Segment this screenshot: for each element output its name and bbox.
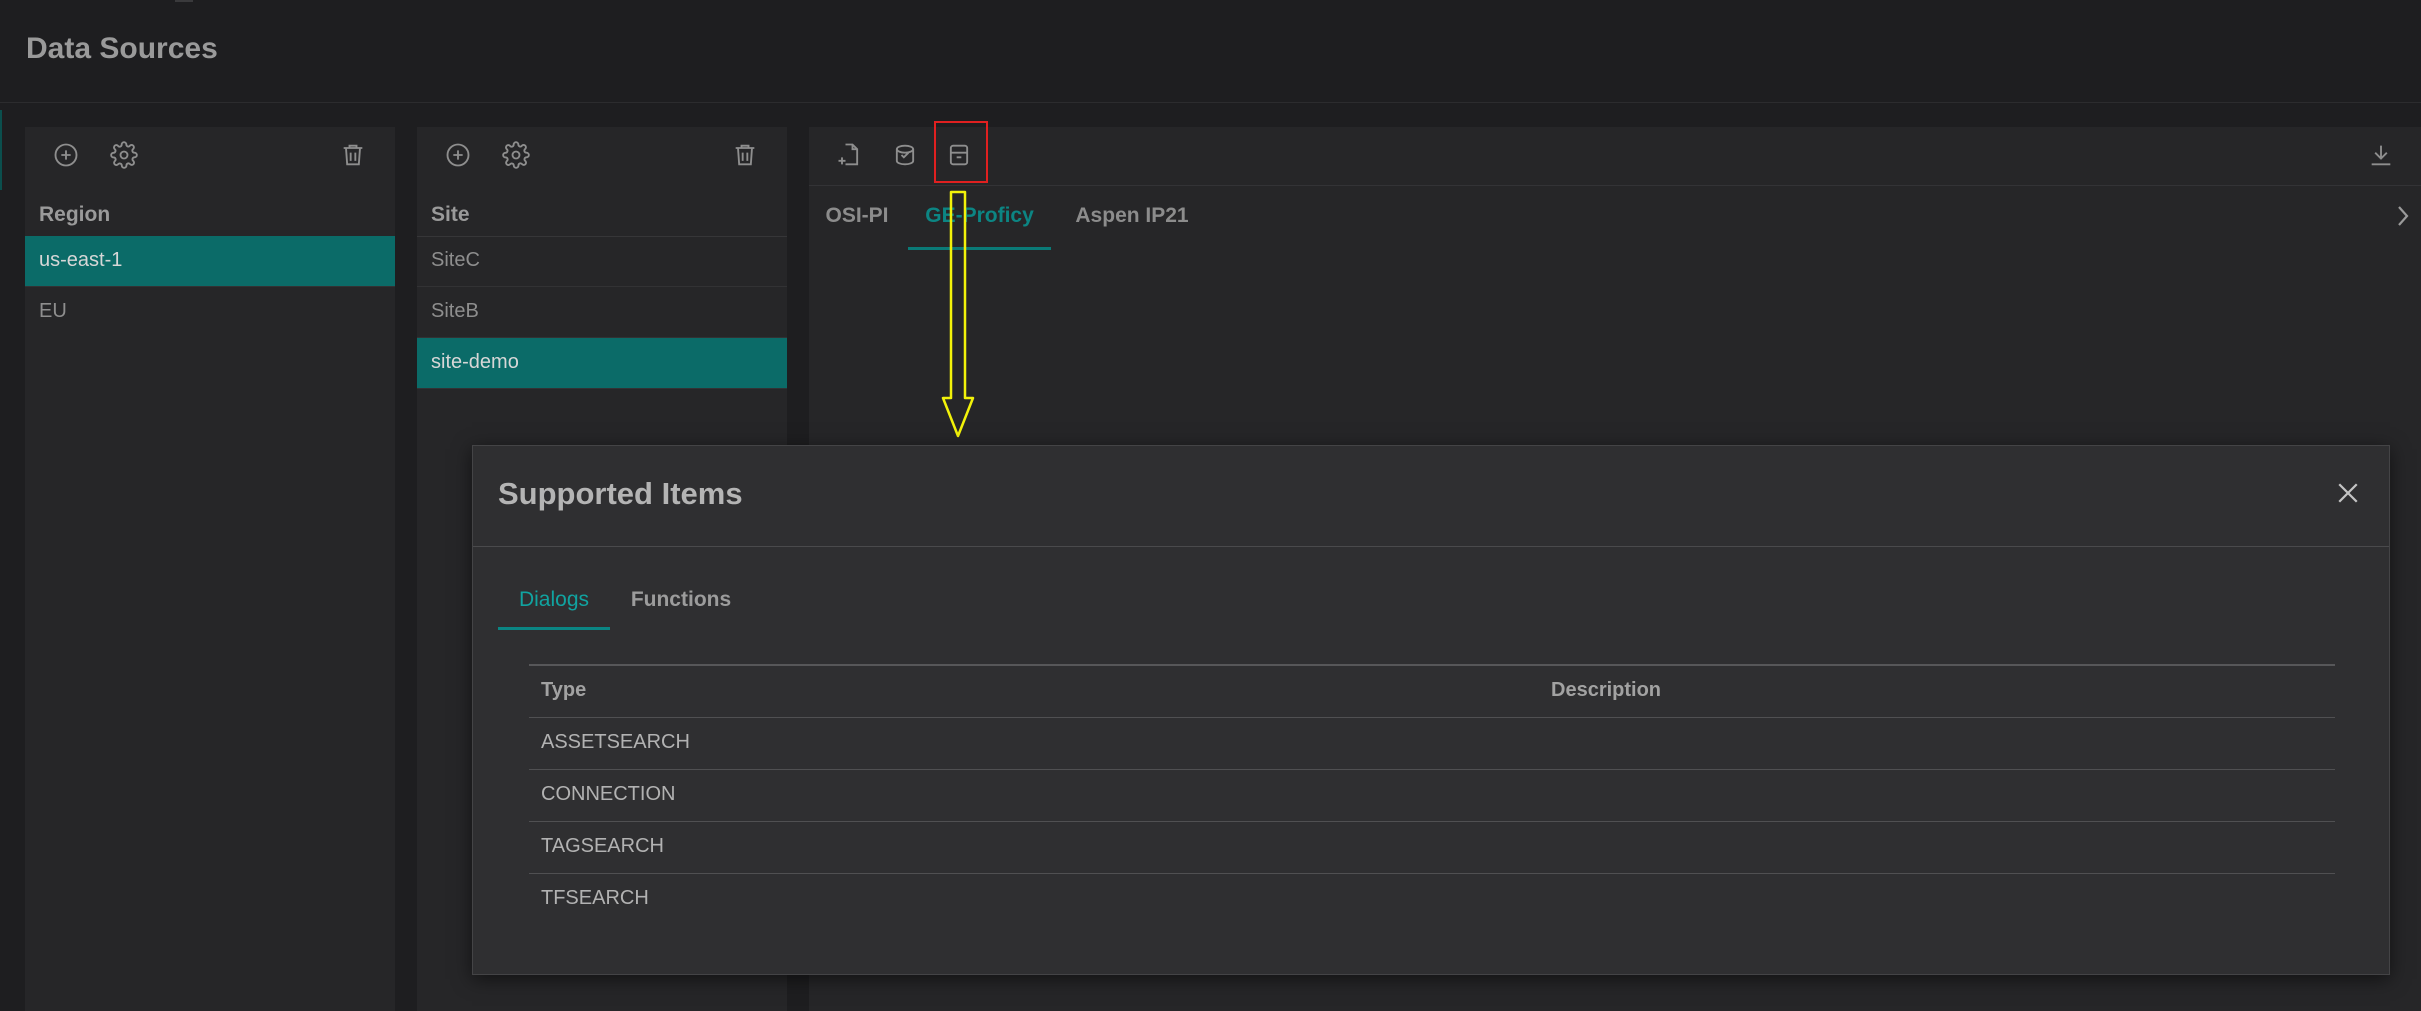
- annotation-arrow: [941, 190, 975, 438]
- tab-label: Dialogs: [518, 588, 590, 611]
- region-toolbar: [25, 127, 395, 185]
- tab-label: Aspen IP21: [1075, 204, 1189, 227]
- list-item-label: SiteC: [431, 249, 480, 271]
- site-header-label: Site: [431, 203, 470, 226]
- region-item-us-east-1[interactable]: us-east-1: [25, 236, 395, 287]
- add-site-button[interactable]: [440, 137, 476, 173]
- dialog-title: Supported Items: [498, 476, 743, 511]
- top-bar-marker: [175, 0, 193, 2]
- site-list: SiteC SiteB site-demo: [417, 236, 787, 389]
- table-header-row: Type Description: [529, 664, 2335, 717]
- delete-region-button[interactable]: [335, 137, 371, 173]
- data-source-toolbar: [809, 127, 2421, 185]
- list-item-label: us-east-1: [39, 249, 123, 271]
- active-tab-underline: [908, 247, 1051, 250]
- close-icon[interactable]: [2333, 478, 2363, 508]
- region-header-label: Region: [39, 203, 111, 226]
- tab-label: GE-Proficy: [925, 204, 1034, 227]
- table-row[interactable]: TAGSEARCH: [529, 821, 2335, 873]
- page-title: Data Sources: [26, 32, 218, 65]
- list-item-label: SiteB: [431, 300, 479, 322]
- new-file-icon: [838, 143, 859, 166]
- supported-items-table: Type Description ASSETSEARCH CONNECTION …: [529, 664, 2335, 925]
- region-panel: Region us-east-1 EU: [25, 127, 395, 1011]
- dialog-header: Supported Items: [473, 446, 2389, 547]
- cell-type: TAGSEARCH: [541, 835, 664, 857]
- tab-label: OSI-PI: [825, 204, 889, 227]
- tab-osi-pi[interactable]: OSI-PI: [821, 186, 893, 248]
- table-row[interactable]: ASSETSEARCH: [529, 717, 2335, 769]
- gear-icon: [110, 141, 138, 169]
- tab-label: Functions: [630, 588, 732, 611]
- region-column-header: Region: [25, 194, 395, 237]
- cell-type: CONNECTION: [541, 783, 676, 805]
- new-data-source-button[interactable]: [831, 137, 867, 173]
- site-settings-button[interactable]: [498, 137, 534, 173]
- plus-circle-icon: [446, 143, 470, 167]
- top-bar: Data Sources: [0, 0, 2421, 103]
- active-tab-underline: [498, 627, 610, 630]
- delete-site-button[interactable]: [727, 137, 763, 173]
- list-item-label: EU: [39, 300, 67, 322]
- cell-type: ASSETSEARCH: [541, 731, 690, 753]
- region-list: us-east-1 EU: [25, 236, 395, 337]
- site-item-sitec[interactable]: SiteC: [417, 236, 787, 287]
- download-icon: [2371, 145, 2391, 166]
- site-toolbar: [417, 127, 787, 185]
- list-item-label: site-demo: [431, 351, 519, 373]
- left-edge-indicator: [0, 110, 2, 190]
- database-button[interactable]: [887, 137, 923, 173]
- trash-icon: [735, 144, 755, 166]
- plus-circle-icon: [54, 143, 78, 167]
- supported-items-dialog: Supported Items Dialogs Functions Type D…: [472, 445, 2390, 975]
- gear-icon: [502, 141, 530, 169]
- download-button[interactable]: [2363, 137, 2399, 173]
- database-icon: [895, 144, 915, 166]
- tab-dialogs[interactable]: Dialogs: [498, 576, 610, 630]
- table-row[interactable]: CONNECTION: [529, 769, 2335, 821]
- site-column-header: Site: [417, 194, 787, 237]
- site-item-site-demo[interactable]: site-demo: [417, 338, 787, 389]
- region-settings-button[interactable]: [106, 137, 142, 173]
- highlight-box: [934, 121, 988, 183]
- tab-aspen-ip21[interactable]: Aspen IP21: [1067, 186, 1197, 248]
- site-item-siteb[interactable]: SiteB: [417, 287, 787, 338]
- cell-type: TFSEARCH: [541, 887, 649, 909]
- column-header-description: Description: [1551, 679, 1662, 701]
- chevron-right-icon[interactable]: [2391, 201, 2415, 231]
- table-row[interactable]: TFSEARCH: [529, 873, 2335, 925]
- trash-icon: [343, 144, 363, 166]
- tab-ge-proficy[interactable]: GE-Proficy: [908, 186, 1051, 250]
- data-source-tabs: OSI-PI GE-Proficy Aspen IP21: [809, 185, 2421, 250]
- column-header-type: Type: [541, 679, 587, 701]
- add-region-button[interactable]: [48, 137, 84, 173]
- region-item-eu[interactable]: EU: [25, 287, 395, 337]
- tab-functions[interactable]: Functions: [614, 576, 748, 630]
